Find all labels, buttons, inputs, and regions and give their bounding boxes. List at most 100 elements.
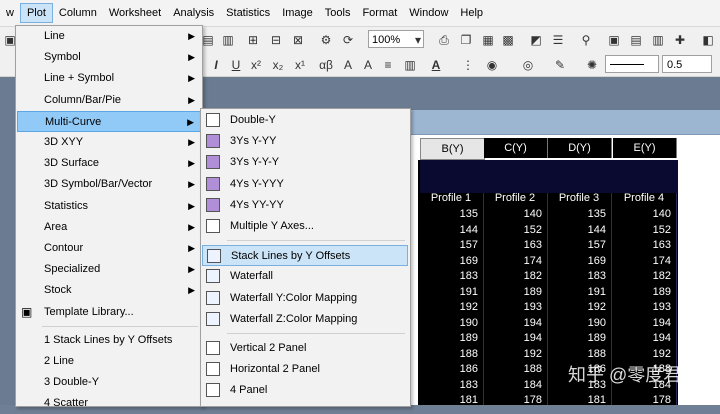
table-cell[interactable]: 194: [613, 331, 675, 346]
table-cell[interactable]: 186: [420, 362, 482, 377]
underline-icon[interactable]: U: [228, 57, 244, 73]
table-cell[interactable]: 183: [420, 378, 482, 393]
table-cell[interactable]: 184: [484, 378, 546, 393]
multi-curve-item-horizontal-2-panel[interactable]: Horizontal 2 Panel: [202, 359, 408, 380]
recalculate-icon[interactable]: ⚙: [318, 32, 334, 48]
multi-curve-item-multiple-y-axes[interactable]: Multiple Y Axes...: [202, 216, 408, 237]
header-row[interactable]: [420, 160, 678, 177]
long-name-cell[interactable]: Profile 1: [420, 191, 482, 206]
table-cell[interactable]: 178: [613, 393, 675, 408]
table-cell[interactable]: 144: [420, 223, 482, 238]
table-cell[interactable]: 194: [484, 316, 546, 331]
table-cell[interactable]: 193: [613, 300, 675, 315]
menu-help[interactable]: Help: [454, 3, 489, 23]
menu-format[interactable]: Format: [356, 3, 403, 23]
plot-menu-item-line-symbol[interactable]: Line + Symbol ▶: [17, 68, 201, 89]
new-function-icon[interactable]: ◩: [528, 32, 544, 48]
table-cell[interactable]: 140: [613, 207, 675, 222]
plot-menu-item-line[interactable]: Line ▶: [17, 26, 201, 47]
table-cell[interactable]: 190: [548, 316, 610, 331]
code-builder-icon[interactable]: ▥: [650, 32, 666, 48]
menu-plot[interactable]: Plot: [19, 3, 53, 23]
table-cell[interactable]: 191: [420, 285, 482, 300]
column-icon[interactable]: ▥: [402, 57, 418, 73]
menu-statistics[interactable]: Statistics: [220, 3, 276, 23]
menu-window[interactable]: Window: [403, 3, 454, 23]
table-cell[interactable]: 194: [613, 316, 675, 331]
workbook-titlebar[interactable]: [395, 110, 720, 135]
plot-menu-item-3d-xyy[interactable]: 3D XYY ▶: [17, 132, 201, 153]
table-cell[interactable]: 192: [484, 347, 546, 362]
table-cell[interactable]: 169: [548, 254, 610, 269]
plot-menu-item-contour[interactable]: Contour ▶: [17, 238, 201, 259]
table-cell[interactable]: 182: [484, 269, 546, 284]
sun-icon[interactable]: ✺: [584, 57, 600, 73]
table-cell[interactable]: 181: [420, 393, 482, 408]
multi-curve-item-stack-lines-by-y-offsets[interactable]: Stack Lines by Y Offsets: [202, 245, 408, 267]
save-template-icon[interactable]: ▥: [220, 32, 236, 48]
multi-curve-item-4ys-y-yyy[interactable]: 4Ys Y-YYY: [202, 174, 408, 195]
import-icon[interactable]: ⊞: [245, 32, 261, 48]
results-log-icon[interactable]: ▣: [606, 32, 622, 48]
multi-curve-item-4-panel[interactable]: 4 Panel: [202, 380, 408, 401]
italic-icon[interactable]: I: [208, 57, 224, 73]
multi-curve-item-waterfall-z-color-mapping[interactable]: Waterfall Z:Color Mapping: [202, 309, 408, 330]
subscript-icon[interactable]: x₂: [270, 57, 286, 73]
column-header[interactable]: E(Y): [613, 138, 677, 158]
table-cell[interactable]: 135: [548, 207, 610, 222]
new-matrix-icon[interactable]: ☰: [550, 32, 566, 48]
table-cell[interactable]: 191: [548, 285, 610, 300]
recent-plot-item[interactable]: 1 Stack Lines by Y Offsets: [17, 330, 201, 351]
plot-menu-item-statistics[interactable]: Statistics ▶: [17, 196, 201, 217]
superscript-icon[interactable]: x²: [248, 57, 264, 73]
import-multi-icon[interactable]: ⊠: [290, 32, 306, 48]
table-cell[interactable]: 190: [420, 316, 482, 331]
table-cell[interactable]: 174: [613, 254, 675, 269]
table-cell[interactable]: 178: [484, 393, 546, 408]
plot-menu-item-multi-curve[interactable]: Multi-Curve ▶: [17, 110, 201, 132]
table-cell[interactable]: 192: [613, 347, 675, 362]
add-icon[interactable]: ✚: [672, 32, 688, 48]
table-cell[interactable]: 152: [613, 223, 675, 238]
plot-menu-item-stock[interactable]: Stock ▶: [17, 280, 201, 301]
new-layout-icon[interactable]: ▦: [480, 32, 496, 48]
table-cell[interactable]: 188: [420, 347, 482, 362]
menu-column[interactable]: Column: [53, 3, 103, 23]
left-align-icon[interactable]: ≡: [380, 57, 396, 73]
multi-curve-item-waterfall[interactable]: Waterfall: [202, 266, 408, 287]
refresh-icon[interactable]: ⟳: [340, 32, 356, 48]
line-width-select[interactable]: 0.5: [662, 55, 712, 73]
plot-menu-item-symbol[interactable]: Symbol ▶: [17, 47, 201, 68]
pattern-icon[interactable]: ◎: [520, 57, 536, 73]
plot-menu-item-column-bar-pie[interactable]: Column/Bar/Pie ▶: [17, 90, 201, 111]
table-cell[interactable]: 192: [548, 300, 610, 315]
table-cell[interactable]: 163: [484, 238, 546, 253]
menu-image[interactable]: Image: [276, 3, 319, 23]
table-cell[interactable]: 188: [484, 362, 546, 377]
print-icon[interactable]: ⎙: [436, 32, 452, 48]
plot-menu-item-specialized[interactable]: Specialized ▶: [17, 259, 201, 280]
more-icon[interactable]: ⋮: [460, 57, 476, 73]
line-color-icon[interactable]: ✎: [552, 57, 568, 73]
menu-tools[interactable]: Tools: [319, 3, 357, 23]
table-cell[interactable]: 193: [484, 300, 546, 315]
plot-menu-item-template-library[interactable]: Template Library... ▣: [17, 302, 201, 323]
line-style-select[interactable]: [605, 55, 659, 73]
table-cell[interactable]: 181: [548, 393, 610, 408]
font-color-icon[interactable]: A: [428, 57, 444, 73]
table-cell[interactable]: 169: [420, 254, 482, 269]
long-name-cell[interactable]: Profile 4: [613, 191, 675, 206]
copy-page-icon[interactable]: ❐: [458, 32, 474, 48]
table-cell[interactable]: 163: [613, 238, 675, 253]
table-cell[interactable]: 157: [420, 238, 482, 253]
multi-curve-item-4ys-yy-yy[interactable]: 4Ys YY-YY: [202, 195, 408, 216]
new-worksheet-icon[interactable]: ▩: [500, 32, 516, 48]
plot-menu-item-area[interactable]: Area ▶: [17, 217, 201, 238]
table-cell[interactable]: 194: [484, 331, 546, 346]
recent-plot-item[interactable]: 3 Double-Y: [17, 372, 201, 393]
table-cell[interactable]: 182: [613, 269, 675, 284]
decrease-font-icon[interactable]: A: [360, 57, 376, 73]
plot-menu-item-3d-symbol-bar-vector[interactable]: 3D Symbol/Bar/Vector ▶: [17, 174, 201, 195]
multi-curve-item-3ys-y-yy[interactable]: 3Ys Y-YY: [202, 131, 408, 152]
table-cell[interactable]: 189: [548, 331, 610, 346]
